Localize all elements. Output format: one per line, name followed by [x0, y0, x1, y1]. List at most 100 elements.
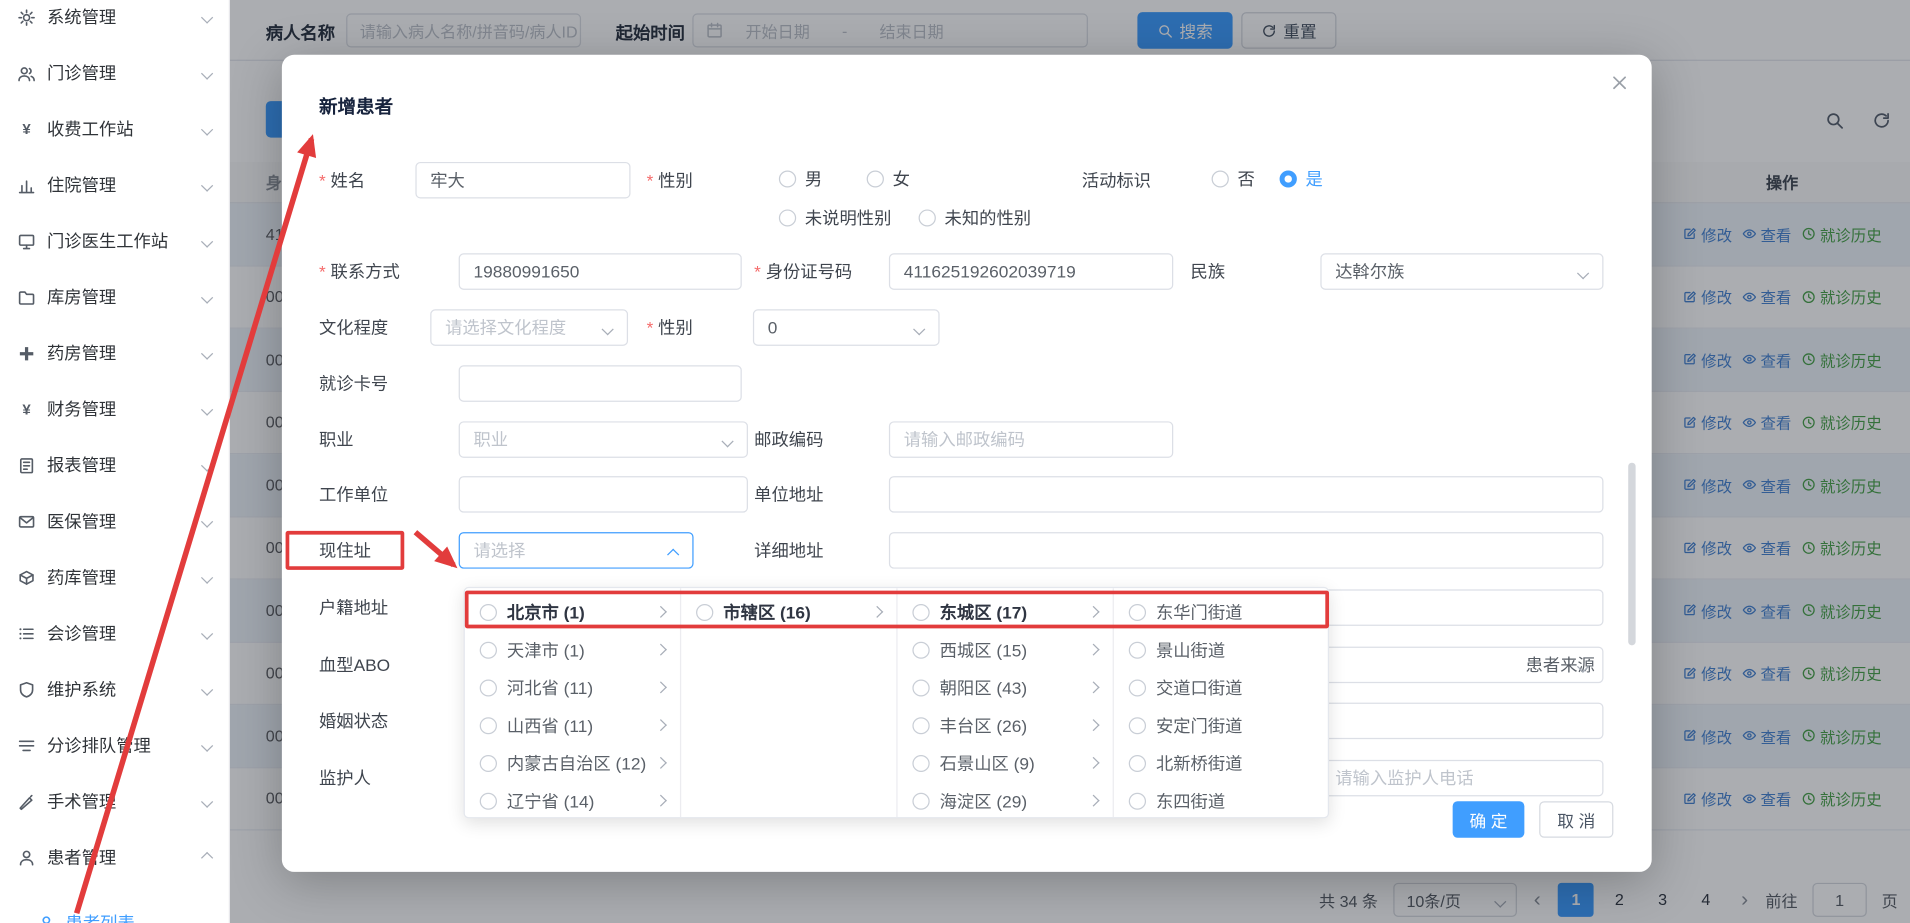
cascader-column-4: 东华门街道景山街道交道口街道安定门街道北新桥街道东四街道 [1114, 588, 1329, 817]
sidebar-item-3[interactable]: 住院管理 [0, 157, 229, 213]
sidebar-item-15[interactable]: 患者管理 [0, 829, 229, 885]
gender-select[interactable]: 0 [753, 309, 940, 346]
sidebar-item-10[interactable]: 药库管理 [0, 549, 229, 605]
cascader-option[interactable]: 辽宁省 (14) [465, 782, 680, 817]
cascader-option[interactable]: 西城区 (15) [898, 631, 1113, 669]
radio-icon [912, 641, 929, 658]
app-window: 系统管理门诊管理¥收费工作站住院管理门诊医生工作站库房管理药房管理¥财务管理报表… [0, 0, 1910, 923]
sidebar-item-8[interactable]: 报表管理 [0, 437, 229, 493]
radio-icon [912, 754, 929, 771]
radio-icon [912, 717, 929, 734]
cascader-column-3: 东城区 (17)西城区 (15)朝阳区 (43)丰台区 (26)石景山区 (9)… [898, 588, 1114, 817]
cascader-option[interactable]: 山西省 (11) [465, 706, 680, 744]
cascader-option[interactable]: 交道口街道 [1114, 669, 1329, 707]
cascader-option[interactable]: 河北省 (11) [465, 669, 680, 707]
chevron-right-icon [655, 644, 667, 656]
occupation-select[interactable]: 职业 [459, 421, 748, 458]
gender-radio-female[interactable]: 女 [867, 167, 910, 191]
sidebar-item-9[interactable]: 医保管理 [0, 493, 229, 549]
scalpel-icon [17, 792, 36, 810]
unit-address-input[interactable] [889, 476, 1604, 513]
guardian-phone-input[interactable]: 请输入监护人电话 [1320, 760, 1603, 797]
sidebar-item-0[interactable]: 系统管理 [0, 0, 229, 45]
contact-label: 联系方式 [319, 261, 400, 283]
sidebar-item-6[interactable]: 药房管理 [0, 325, 229, 381]
detail-address-input[interactable] [889, 532, 1604, 569]
report-icon [17, 456, 36, 474]
radio-checked-icon [1280, 170, 1297, 187]
cascader-column-1: 北京市 (1)天津市 (1)河北省 (11)山西省 (11)内蒙古自治区 (12… [465, 588, 681, 817]
modal-scrollbar[interactable] [1628, 463, 1635, 646]
work-unit-input[interactable] [459, 476, 748, 513]
chevron-up-icon [667, 549, 679, 561]
sidebar-item-label: 门诊管理 [47, 61, 192, 85]
education-select[interactable]: 请选择文化程度 [430, 309, 628, 346]
cascader-option[interactable]: 朝阳区 (43) [898, 669, 1113, 707]
cascader-option[interactable]: 石景山区 (9) [898, 744, 1113, 782]
sidebar-item-2[interactable]: ¥收费工作站 [0, 101, 229, 157]
gender-radio-unknown[interactable]: 未知的性别 [919, 206, 1032, 230]
chevron-down-icon [1577, 267, 1589, 279]
education-label: 文化程度 [319, 317, 388, 339]
sidebar-item-4[interactable]: 门诊医生工作站 [0, 213, 229, 269]
cascader-option[interactable]: 丰台区 (26) [898, 706, 1113, 744]
active-flag-yes[interactable]: 是 [1280, 167, 1323, 191]
radio-icon [480, 679, 497, 696]
confirm-button[interactable]: 确 定 [1453, 801, 1525, 838]
sidebar-item-label: 患者管理 [47, 845, 192, 869]
list-icon [17, 624, 36, 642]
gear-icon [17, 8, 36, 26]
cascader-option[interactable]: 安定门街道 [1114, 706, 1329, 744]
current-address-select[interactable]: 请选择 [459, 532, 694, 569]
cascader-option[interactable]: 海淀区 (29) [898, 782, 1113, 817]
name-value: 牢大 [430, 168, 465, 192]
cascader-option[interactable]: 市辖区 (16) [681, 593, 896, 631]
sidebar-item-14[interactable]: 手术管理 [0, 773, 229, 829]
sidebar-item-1[interactable]: 门诊管理 [0, 45, 229, 101]
sidebar-item-7[interactable]: ¥财务管理 [0, 381, 229, 437]
cascader-option[interactable]: 景山街道 [1114, 631, 1329, 669]
cascader-option[interactable]: 北京市 (1) [465, 593, 680, 631]
sidebar-item-12[interactable]: 维护系统 [0, 661, 229, 717]
blood-type-label: 血型ABO [319, 654, 390, 676]
radio-icon [480, 603, 497, 620]
ethnicity-select[interactable]: 达斡尔族 [1320, 253, 1603, 290]
radio-icon [1129, 603, 1146, 620]
sidebar-item-13[interactable]: 分诊排队管理 [0, 717, 229, 773]
guardian-label: 监护人 [319, 767, 371, 789]
active-flag-no[interactable]: 否 [1212, 167, 1255, 191]
box-icon [17, 568, 36, 586]
cascader-option[interactable]: 东四街道 [1114, 782, 1329, 817]
cascader-panel: 北京市 (1)天津市 (1)河北省 (11)山西省 (11)内蒙古自治区 (12… [465, 588, 1329, 817]
current-address-label: 现住址 [319, 539, 371, 561]
id-number-input[interactable]: 411625192602039719 [889, 253, 1173, 290]
radio-icon [912, 603, 929, 620]
cascader-option[interactable]: 内蒙古自治区 (12) [465, 744, 680, 782]
postal-code-input[interactable]: 请输入邮政编码 [889, 421, 1173, 458]
chevron-down-icon [201, 739, 213, 751]
cascader-option[interactable]: 东华门街道 [1114, 593, 1329, 631]
sidebar-item-5[interactable]: 库房管理 [0, 269, 229, 325]
sidebar-item-patient-list[interactable]: 患者列表 [0, 899, 229, 923]
gender-radio-unspecified[interactable]: 未说明性别 [779, 206, 892, 230]
gender-select-label: 性别 [647, 317, 693, 339]
svg-text:¥: ¥ [22, 401, 31, 418]
sidebar-item-label: 医保管理 [47, 509, 192, 533]
cascader-option[interactable]: 北新桥街道 [1114, 744, 1329, 782]
close-icon[interactable] [1610, 73, 1630, 99]
contact-input[interactable]: 19880991650 [459, 253, 742, 290]
radio-icon [1129, 679, 1146, 696]
monitor-icon [17, 232, 36, 250]
queue-icon [17, 736, 36, 754]
sidebar-menu: 系统管理门诊管理¥收费工作站住院管理门诊医生工作站库房管理药房管理¥财务管理报表… [0, 0, 229, 885]
sidebar-item-11[interactable]: 会诊管理 [0, 605, 229, 661]
cascader-option[interactable]: 天津市 (1) [465, 631, 680, 669]
visit-card-input[interactable] [459, 365, 742, 402]
chevron-down-icon [201, 515, 213, 527]
chevron-down-icon [201, 627, 213, 639]
cancel-button[interactable]: 取 消 [1539, 801, 1613, 838]
name-input[interactable]: 牢大 [415, 162, 630, 199]
cascader-option[interactable]: 东城区 (17) [898, 593, 1113, 631]
sidebar-item-label: 收费工作站 [47, 117, 192, 141]
gender-radio-male[interactable]: 男 [779, 167, 822, 191]
